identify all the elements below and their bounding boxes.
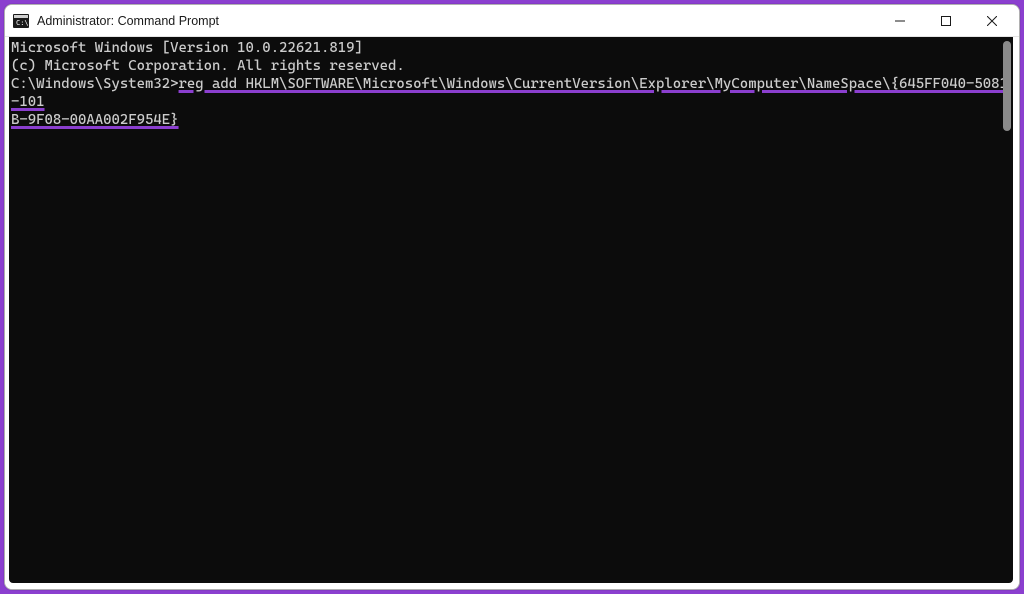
window-controls	[877, 5, 1015, 36]
terminal-command-line: C:\Windows\System32>reg add HKLM\SOFTWAR…	[11, 75, 1009, 111]
cmd-window: C:\ Administrator: Command Prompt	[4, 4, 1020, 590]
close-button[interactable]	[969, 5, 1015, 36]
minimize-button[interactable]	[877, 5, 923, 36]
terminal-command-line-wrap: B-9F08-00AA002F954E}	[11, 111, 1009, 129]
cmd-icon: C:\	[13, 13, 29, 29]
terminal-client-area: Microsoft Windows [Version 10.0.22621.81…	[5, 37, 1019, 589]
scrollbar-thumb[interactable]	[1003, 41, 1011, 131]
titlebar[interactable]: C:\ Administrator: Command Prompt	[5, 5, 1019, 37]
maximize-button[interactable]	[923, 5, 969, 36]
scrollbar-track[interactable]	[1001, 37, 1013, 583]
terminal[interactable]: Microsoft Windows [Version 10.0.22621.81…	[9, 37, 1013, 583]
terminal-output-line: (c) Microsoft Corporation. All rights re…	[11, 57, 1009, 75]
terminal-prompt: C:\Windows\System32>	[11, 76, 179, 92]
terminal-output-line: Microsoft Windows [Version 10.0.22621.81…	[11, 39, 1009, 57]
highlighted-command-segment: B-9F08-00AA002F954E}	[11, 112, 179, 128]
svg-text:C:\: C:\	[16, 19, 29, 27]
annotation-highlight-frame: C:\ Administrator: Command Prompt	[0, 0, 1024, 594]
window-title: Administrator: Command Prompt	[37, 14, 219, 28]
